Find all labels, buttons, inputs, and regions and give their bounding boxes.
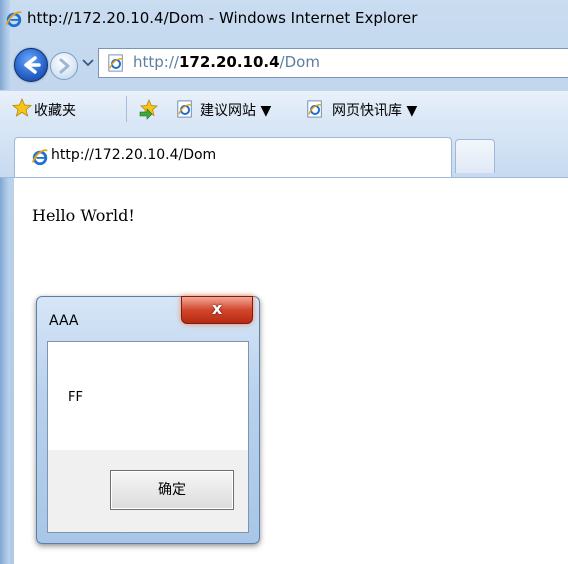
window-title: http://172.20.10.4/Dom - Windows Interne… [27, 9, 418, 27]
add-to-favorites-icon[interactable] [138, 98, 160, 120]
recent-pages-dropdown-icon[interactable] [81, 55, 95, 69]
web-slice-gallery-link[interactable]: 网页快讯库 ▼ [332, 100, 417, 120]
ie-page-icon [307, 100, 322, 118]
tab-bar: http://172.20.10.4/Dom [0, 127, 568, 178]
address-url: http://172.20.10.4/Dom [133, 53, 320, 71]
dialog-body: FF 确定 [47, 341, 249, 533]
dialog-title: AAA [49, 313, 79, 329]
suggested-sites-link[interactable]: 建议网站 ▼ [200, 100, 271, 120]
dialog-message: FF [68, 390, 83, 405]
dialog-close-button[interactable]: x [181, 296, 253, 324]
favorites-bar: 收藏夹 建议网站 ▼ 网页快讯库 ▼ [0, 90, 568, 127]
tab-label: http://172.20.10.4/Dom [51, 147, 217, 163]
tab-dom[interactable]: http://172.20.10.4/Dom [14, 137, 452, 177]
title-bar: http://172.20.10.4/Dom - Windows Interne… [0, 0, 568, 40]
ie-logo-icon [5, 11, 22, 28]
page-text: Hello World! [32, 206, 135, 225]
new-tab-button[interactable] [455, 139, 495, 173]
ie-page-icon [177, 100, 192, 118]
back-button[interactable] [14, 48, 48, 82]
ok-button[interactable]: 确定 [110, 470, 234, 510]
window-left-border [0, 0, 10, 564]
close-icon: x [211, 299, 223, 318]
forward-button[interactable] [50, 52, 78, 80]
favorites-separator [126, 96, 127, 122]
browser-window: http://172.20.10.4/Dom - Windows Interne… [0, 0, 568, 564]
ie-logo-icon [31, 149, 48, 166]
navigation-bar: http://172.20.10.4/Dom [0, 44, 568, 84]
url-host: 172.20.10.4 [178, 53, 280, 71]
alert-dialog: AAA x FF 确定 [36, 296, 260, 544]
url-path: /Dom [279, 53, 320, 71]
favorites-button[interactable]: 收藏夹 [34, 100, 76, 120]
favorites-star-icon[interactable] [12, 98, 32, 118]
forward-arrow-icon [59, 58, 70, 74]
ie-page-icon [108, 54, 123, 72]
url-scheme: http:// [133, 53, 179, 71]
back-arrow-icon [24, 56, 41, 74]
address-bar[interactable]: http://172.20.10.4/Dom [98, 48, 568, 78]
dialog-footer: 确定 [48, 450, 248, 532]
